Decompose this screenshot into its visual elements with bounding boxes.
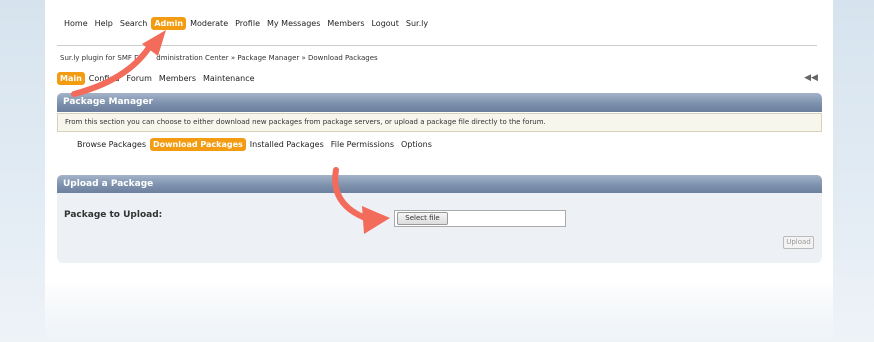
menu-surly[interactable]: Sur.ly xyxy=(403,17,431,30)
package-tabs: Browse Packages Download Packages Instal… xyxy=(74,138,436,151)
admin-tab-maintenance[interactable]: Maintenance xyxy=(200,72,258,85)
menu-home[interactable]: Home xyxy=(64,17,91,30)
admin-tab-main[interactable]: Main xyxy=(57,72,85,85)
admin-tab-members[interactable]: Members xyxy=(156,72,199,85)
admin-menu: Main Configu Forum Members Maintenance xyxy=(57,72,259,85)
upload-panel xyxy=(57,193,822,263)
menu-members[interactable]: Members xyxy=(324,17,367,30)
menu-admin[interactable]: Admin xyxy=(151,17,187,30)
nav-divider xyxy=(57,45,817,46)
select-file-button[interactable]: Select file xyxy=(397,212,448,225)
page-fade xyxy=(45,285,833,342)
main-menu: Home Help Search Admin Moderate Profile … xyxy=(64,17,432,30)
admin-tab-configuration[interactable]: Configu xyxy=(86,72,123,85)
package-to-upload-label: Package to Upload: xyxy=(64,210,163,220)
menu-help[interactable]: Help xyxy=(92,17,116,30)
upload-package-header: Upload a Package xyxy=(57,175,822,194)
tab-file-permissions[interactable]: File Permissions xyxy=(328,138,397,151)
tab-installed-packages[interactable]: Installed Packages xyxy=(247,138,327,151)
upload-button[interactable]: Upload xyxy=(783,236,814,249)
menu-logout[interactable]: Logout xyxy=(368,17,401,30)
breadcrumb[interactable]: Sur.ly plugin for SMF D dministration Ce… xyxy=(60,54,378,62)
admin-tab-forum[interactable]: Forum xyxy=(124,72,155,85)
menu-moderate[interactable]: Moderate xyxy=(187,17,231,30)
file-input[interactable]: Select file xyxy=(394,210,566,227)
menu-my-messages[interactable]: My Messages xyxy=(264,17,323,30)
collapse-icon[interactable]: ◀◀ xyxy=(804,72,818,84)
menu-search[interactable]: Search xyxy=(117,17,150,30)
tab-options[interactable]: Options xyxy=(398,138,435,151)
package-manager-header: Package Manager xyxy=(57,93,822,112)
package-manager-info: From this section you can choose to eith… xyxy=(57,113,822,132)
tab-browse-packages[interactable]: Browse Packages xyxy=(74,138,149,151)
tab-download-packages[interactable]: Download Packages xyxy=(150,138,246,151)
menu-profile[interactable]: Profile xyxy=(232,17,263,30)
